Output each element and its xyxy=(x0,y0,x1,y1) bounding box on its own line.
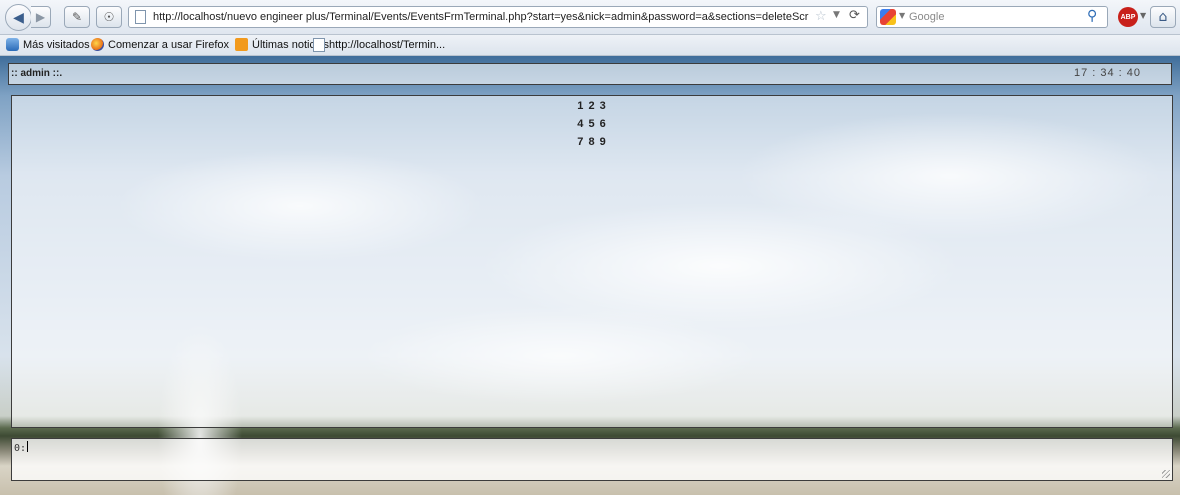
bookmark-comenzar-firefox[interactable]: Comenzar a usar Firefox xyxy=(91,38,229,51)
keypad-row[interactable]: 1 2 3 xyxy=(12,100,1172,112)
bookmark-label: Comenzar a usar Firefox xyxy=(108,38,230,51)
header-bar: :: admin ::. 17 : 34 : 40 xyxy=(8,63,1172,85)
keypad-panel: 1 2 3 4 5 6 7 8 9 xyxy=(11,95,1173,428)
forward-button[interactable]: ▶ xyxy=(31,6,51,28)
forward-arrow-icon: ▶ xyxy=(35,10,46,24)
history-button[interactable]: ✎ xyxy=(64,6,90,28)
input-prompt: 0: xyxy=(14,441,29,454)
smart-folder-icon xyxy=(6,38,19,51)
bookmark-label: Más visitados xyxy=(23,38,90,51)
identity-icon: ☉ xyxy=(103,10,115,24)
search-input[interactable]: Google xyxy=(909,11,944,23)
keypad-row[interactable]: 7 8 9 xyxy=(12,136,1172,148)
reload-icon[interactable]: ⟳ xyxy=(849,8,860,23)
search-bar[interactable]: ▼ Google ⚲ xyxy=(876,6,1108,28)
url-dropdown-icon[interactable]: ▼ xyxy=(833,10,840,20)
url-bar[interactable]: http://localhost/nuevo engineer plus/Ter… xyxy=(128,6,868,28)
bookmark-label: http://localhost/Termin... xyxy=(329,39,446,51)
keypad-row[interactable]: 4 5 6 xyxy=(12,118,1172,130)
adblock-icon[interactable]: ABP xyxy=(1118,7,1138,27)
resize-grip-icon[interactable] xyxy=(1162,470,1170,478)
back-arrow-icon: ◀ xyxy=(13,9,24,26)
bookmark-mas-visitados[interactable]: Más visitados xyxy=(6,38,90,51)
engine-dropdown-icon[interactable]: ▼ xyxy=(899,11,905,20)
google-engine-icon[interactable] xyxy=(880,9,896,25)
page-icon xyxy=(135,10,146,24)
identity-button[interactable]: ☉ xyxy=(96,6,122,28)
rss-feed-icon xyxy=(235,38,248,51)
browser-toolbar: ◀ ▶ ✎ ☉ http://localhost/nuevo engineer … xyxy=(0,0,1180,35)
text-caret xyxy=(27,441,29,452)
history-icon: ✎ xyxy=(71,10,83,24)
home-icon: ⌂ xyxy=(1158,9,1168,25)
bookmark-star-icon[interactable]: ☆ xyxy=(815,9,827,24)
firefox-icon xyxy=(91,38,104,51)
terminal-input-area[interactable]: 0: xyxy=(11,438,1173,481)
page-icon xyxy=(313,38,325,52)
url-text[interactable]: http://localhost/nuevo engineer plus/Ter… xyxy=(153,11,809,23)
bookmarks-toolbar: Más visitados Comenzar a usar Firefox Úl… xyxy=(0,35,1180,56)
bookmark-localhost-terminal[interactable]: http://localhost/Termin... xyxy=(313,38,445,52)
page-content: :: admin ::. 17 : 34 : 40 1 2 3 4 5 6 7 … xyxy=(0,56,1180,495)
adblock-dropdown-icon[interactable]: ▼ xyxy=(1140,11,1146,20)
back-button[interactable]: ◀ xyxy=(5,4,32,31)
home-button[interactable]: ⌂ xyxy=(1150,6,1176,28)
clock: 17 : 34 : 40 xyxy=(1073,67,1141,79)
user-label: :: admin ::. xyxy=(11,68,63,79)
magnifier-icon[interactable]: ⚲ xyxy=(1087,8,1097,24)
